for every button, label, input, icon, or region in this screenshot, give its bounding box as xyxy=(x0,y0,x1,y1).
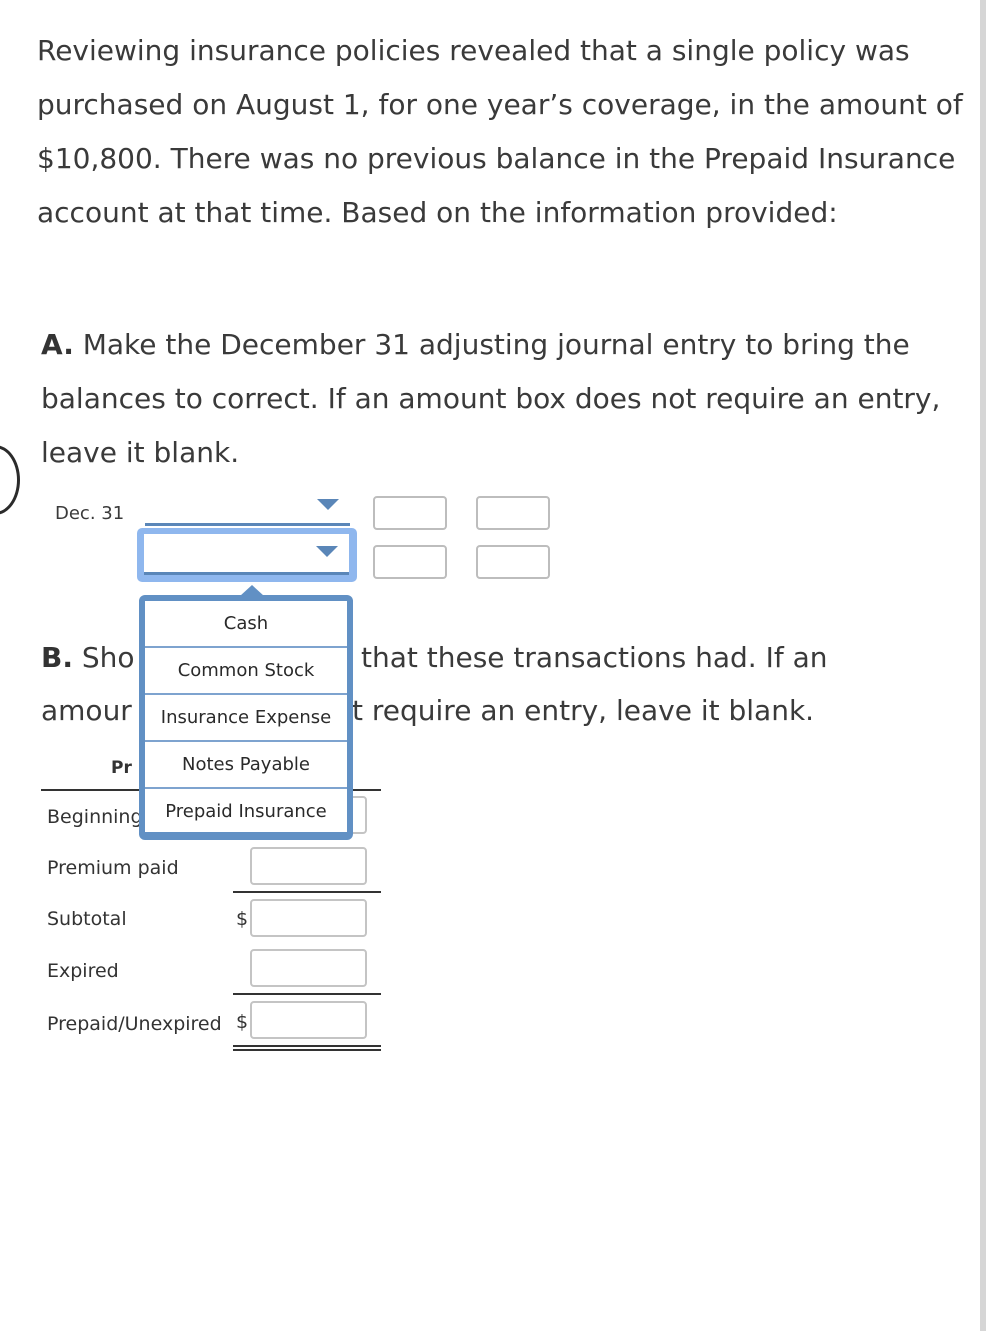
part-a-instructions: A. Make the December 31 adjusting journa… xyxy=(41,318,971,480)
dropdown-option-notes-payable[interactable]: Notes Payable xyxy=(145,742,347,789)
account-select-2-focus[interactable] xyxy=(137,528,357,582)
dropdown-option-prepaid-insurance[interactable]: Prepaid Insurance xyxy=(145,789,347,834)
double-rule-top xyxy=(233,1045,381,1047)
chevron-down-icon xyxy=(316,546,338,557)
problem-intro: Reviewing insurance policies revealed th… xyxy=(37,34,963,229)
table-header: Pr xyxy=(111,758,132,778)
part-b-label: B. xyxy=(41,641,73,674)
row-label-beginning: Beginning xyxy=(47,806,143,828)
credit-input-2[interactable] xyxy=(476,545,550,579)
currency-symbol: $ xyxy=(236,1011,249,1033)
double-rule-bottom xyxy=(233,1049,381,1051)
account-select-2[interactable] xyxy=(144,534,349,575)
back-circle-icon[interactable] xyxy=(0,445,20,515)
debit-input-2[interactable] xyxy=(373,545,447,579)
subtotal-rule xyxy=(233,891,381,893)
premium-paid-input[interactable] xyxy=(250,847,367,885)
part-b-line2-right: t require an entry, leave it blank. xyxy=(352,694,815,727)
part-b-line2-left: amour xyxy=(41,694,132,727)
account-dropdown-menu: Cash Common Stock Insurance Expense Note… xyxy=(139,595,353,840)
part-a-label: A. xyxy=(41,328,74,361)
expired-input[interactable] xyxy=(250,949,367,987)
currency-symbol: $ xyxy=(236,908,249,930)
credit-input-1[interactable] xyxy=(476,496,550,530)
account-select-1[interactable] xyxy=(145,497,350,526)
expired-rule xyxy=(233,993,381,995)
part-b-line1-left: B. Sho xyxy=(41,641,135,674)
debit-input-1[interactable] xyxy=(373,496,447,530)
row-label-subtotal: Subtotal xyxy=(47,908,127,930)
dropdown-option-common-stock[interactable]: Common Stock xyxy=(145,648,347,695)
part-b-line1-right: that these transactions had. If an xyxy=(361,641,828,674)
row-label-expired: Expired xyxy=(47,960,119,982)
row-label-prepaid-unexpired: Prepaid/Unexpired xyxy=(47,1013,222,1035)
row-label-premium-paid: Premium paid xyxy=(47,857,179,879)
dropdown-option-cash[interactable]: Cash xyxy=(145,601,347,648)
journal-date: Dec. 31 xyxy=(55,503,125,524)
subtotal-input[interactable] xyxy=(250,899,367,937)
chevron-down-icon xyxy=(317,499,339,510)
prepaid-unexpired-input[interactable] xyxy=(250,1001,367,1039)
dropdown-option-insurance-expense[interactable]: Insurance Expense xyxy=(145,695,347,742)
part-a-text: Make the December 31 adjusting journal e… xyxy=(41,328,941,469)
scrollbar[interactable] xyxy=(980,0,986,1331)
